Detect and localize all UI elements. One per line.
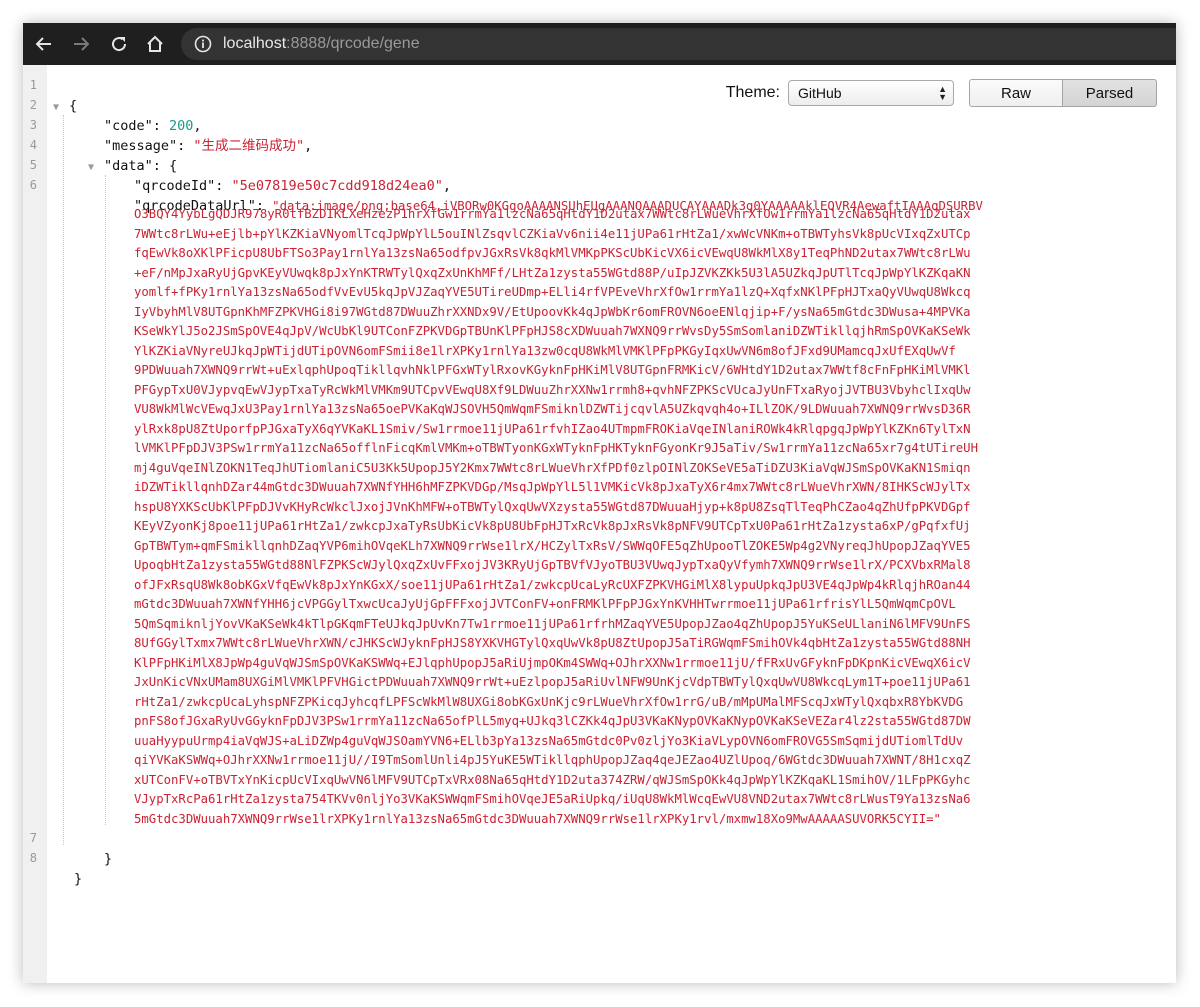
viewer-controls: Theme: GitHub ▲ ▼ Raw Parsed: [726, 78, 1157, 108]
qrcodeDataUrl-line: O3BQY4YybLgQDJR978yR0tfBZDIKLXeHzezP1hrX…: [134, 207, 971, 221]
message-value: "生成二维码成功": [193, 138, 305, 154]
qrcodeDataUrl-line: +eF/nMpJxaRyUjGpvKEyVUwqk8pJxYnKTRWTylQx…: [134, 265, 971, 280]
line-number-gutter: 1 2 3 4 5 6 7 8: [23, 65, 47, 983]
theme-label: Theme:: [725, 84, 780, 101]
home-icon[interactable]: [143, 32, 167, 56]
qrcodeDataUrl-line: 9PDWuuah7XWNQ9rrWt+uExlqphUpoqTikllqvhNk…: [134, 363, 971, 377]
data-close-brace: }: [104, 851, 113, 867]
json-viewer: 1 2 3 4 5 6 7 8 Theme: GitHub ▲ ▼ Raw Par…: [23, 65, 1176, 983]
qrcodeDataUrl-line: 8UfGGylTxmx7WWtc8rLWueVhrXWN/cJHKScWJykn…: [134, 636, 971, 650]
line-number: 6: [29, 178, 37, 192]
qrcodeDataUrl-line: ofJFxRsqU8Wk8obKGxVfqEwVk8pJxYnKGxX/soe1…: [134, 577, 971, 592]
parsed-button[interactable]: Parsed: [1063, 79, 1157, 107]
qrcodeDataUrl-line: VJypTxRcPa61rHtZa1zysta754TKVv0nljYo3VKa…: [134, 792, 971, 806]
qrcodeDataUrl-line: xUTConFV+oTBVTxYnKicpUcVIxqUwVN6lMFV9UTC…: [134, 772, 971, 787]
qrcodeDataUrl-line: UpoqbHtZa1zysta55WGtd88NlFZPKScWJylQxqZx…: [134, 558, 971, 572]
json-line: ▼{: [53, 96, 77, 118]
qrcodeDataUrl-line: KSeWkYlJ5o2JSmSpOVE4qJpV/WcUbKl9UTConFZP…: [134, 324, 971, 338]
json-line: "qrcodeId": "5e07819e50c7cdd918d24ea0",: [134, 178, 452, 194]
back-arrow-icon[interactable]: [32, 32, 56, 56]
info-icon[interactable]: [194, 35, 212, 53]
url-text[interactable]: localhost:8888/qrcode/gene: [223, 35, 420, 53]
close-brace: }: [74, 871, 83, 887]
address-bar[interactable]: localhost:8888/qrcode/gene: [181, 28, 1176, 60]
line-number: 2: [29, 98, 37, 112]
qrcodeDataUrl-line: 5QmSqmiknljYovVKaKSeWk4kTlpGKqmFTeUJkqJp…: [134, 616, 971, 631]
qrcodeDataUrl-line: 7WWtc8rLWu+eEjlb+pYlKZKiaVNyomlTcqJpWpYl…: [134, 226, 971, 241]
qrcodeDataUrl-line: yomlf+fPKy1rnlYa13zsNa65odfVvEvU5kqJpVJZ…: [134, 285, 971, 299]
theme-select[interactable]: GitHub ▲ ▼: [788, 80, 954, 106]
message-key: "message":: [104, 138, 194, 154]
data-key: "data": {: [104, 158, 178, 174]
qrcodeDataUrl-line: ylRxk8pU8ZtUporfpPJGxaTyX6qYVKaKL1Smiv/S…: [134, 421, 971, 436]
qrcodeDataUrl-value-continued: O3BQY4YybLgQDJR978yR0tfBZDIKLXeHzezP1hrX…: [134, 205, 1159, 829]
qrcodeDataUrl-line: VU8WkMlWcVEwqJxU3Pay1rnlYa13zsNa65oePVKa…: [134, 402, 971, 416]
line-number: 1: [29, 78, 37, 92]
json-line: "code": 200,: [104, 118, 202, 134]
qrcodeDataUrl-line: mGtdc3DWuuah7XWNfYHH6jcVPGGylTxwcUcaJyUj…: [134, 597, 956, 611]
open-brace: {: [69, 98, 78, 114]
qrcodeDataUrl-line: mj4guVqeINlZOKN1TeqJhUTiomlaniC5U3Kk5Upo…: [134, 460, 971, 475]
qrcodeDataUrl-line: PFGypTxU0VJypvqEwVJypTxaTyRcWkMlVMKm9UTC…: [134, 382, 971, 397]
qrcodeDataUrl-line: GpTBWTym+qmFSmikllqnhDZaqYVP6mihOVqeKLh7…: [134, 538, 971, 553]
json-line: "message": "生成二维码成功",: [104, 138, 313, 154]
browser-toolbar: localhost:8888/qrcode/gene: [23, 23, 1176, 65]
code-key: "code":: [104, 118, 170, 134]
forward-arrow-icon[interactable]: [69, 32, 93, 56]
qrcodeDataUrl-line: YlKZKiaVNyreUJkqJpWTijdUTipOVN6omFSmii8e…: [134, 343, 956, 358]
qrcodeDataUrl-line: fqEwVk8oXKlPFicpU8UbFTSo3Pay1rnlYa13zsNa…: [134, 246, 971, 260]
qrcodeDataUrl-line: iDZWTikllqnhDZar44mGtdc3DWuuah7XWNfYHH6h…: [134, 480, 971, 494]
qrcodeDataUrl-line: IyVbyhMlV8UTGpnKhMFZPKVHGi8i97WGtd87DWuu…: [134, 304, 971, 319]
qrcodeDataUrl-line: qiYVKaKSWWq+OJhrXXNw1rrmoe11jU//I9TmSoml…: [134, 753, 971, 767]
indent-guide: [63, 115, 64, 845]
json-line: }: [104, 849, 112, 869]
line-number: 4: [29, 138, 37, 152]
qrcodeDataUrl-line: pnFS8ofJGxaRyUvGGyknFpDJV3PSw1rrmYa11zcN…: [134, 714, 971, 728]
qrcodeDataUrl-line: JxUnKicVNxUMam8UXGiMlVMKlPFVHGictPDWuuah…: [134, 675, 971, 689]
url-host: localhost: [223, 35, 287, 52]
qrcodeDataUrl-line: lVMKlPFpDJV3PSw1rrmYa11zcNa65offlnFicqKm…: [134, 441, 978, 455]
qrcodeDataUrl-line: hspU8YXKScUbKlPFpDJVvKHyRcWkclJxojJVnKhM…: [134, 499, 971, 514]
line-number: 5: [29, 158, 37, 172]
qrcodeDataUrl-line: rHtZa1/zwkcpUcaLyhspNFZPKicqJyhcqfLPFScW…: [134, 694, 964, 709]
json-line: ▼ "data": {: [88, 156, 177, 178]
json-line: }: [74, 869, 82, 889]
qrcodeDataUrl-line: 5mGtdc3DWuuah7XWNQ9rrWse1lrXPKy1rnlYa13z…: [134, 811, 941, 826]
qrcodeId-value: "5e07819e50c7cdd918d24ea0": [231, 178, 443, 194]
qrcodeDataUrl-line: uuaHyypuUrmp4iaVqWJS+aLiDZWp4guVqWJSOamY…: [134, 733, 964, 748]
code-value: 200: [169, 118, 194, 134]
view-mode-toggle: Raw Parsed: [969, 79, 1157, 107]
indent-guide: [105, 175, 106, 825]
line-number: 8: [29, 851, 37, 865]
qrcodeDataUrl-line: KEyVZyonKj8poe11jUPa61rHtZa1/zwkcpJxaTyR…: [134, 519, 971, 533]
browser-window: localhost:8888/qrcode/gene 1 2 3 4 5 6 7…: [23, 23, 1176, 983]
raw-button[interactable]: Raw: [969, 79, 1063, 107]
line-number: 3: [29, 118, 37, 132]
qrcodeId-key: "qrcodeId":: [134, 178, 232, 194]
collapse-triangle-icon[interactable]: ▼: [53, 98, 69, 118]
reload-icon[interactable]: [107, 32, 131, 56]
collapse-triangle-icon[interactable]: ▼: [88, 158, 104, 178]
select-arrows-icon: ▲ ▼: [938, 84, 947, 102]
url-path: :8888/qrcode/gene: [286, 35, 420, 52]
qrcodeDataUrl-line: KlPFpHKiMlX8JpWp4guVqWJSmSpOVKaKSWWq+EJl…: [134, 655, 971, 670]
theme-select-value: GitHub: [798, 85, 842, 101]
line-number: 7: [29, 831, 37, 845]
